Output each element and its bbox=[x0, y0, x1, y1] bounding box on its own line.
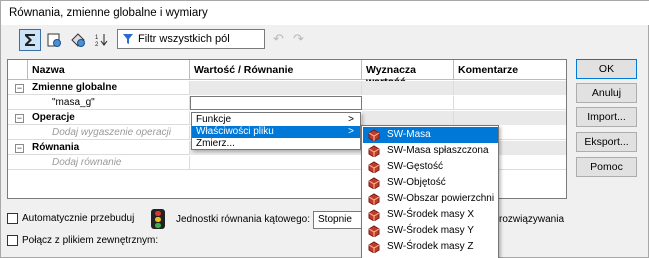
submenu-item[interactable]: SW-Gęstość bbox=[363, 159, 498, 175]
column-header-comments: Komentarze bbox=[458, 64, 519, 76]
title-bar: Równania, zmienne globalne i wymiary bbox=[1, 1, 649, 25]
header-expander bbox=[8, 60, 28, 80]
collapse-icon[interactable]: − bbox=[15, 114, 24, 123]
row-name: Dodaj wygaszenie operacji bbox=[48, 126, 190, 140]
menu-item-measure[interactable]: Zmierz... bbox=[192, 138, 360, 150]
file-properties-submenu: SW-Masa SW-Masa spłaszczona SW-Gęstość S… bbox=[361, 125, 499, 258]
sigma-view-icon[interactable] bbox=[19, 29, 41, 51]
column-header-value: Wartość / Równanie bbox=[190, 60, 362, 80]
evaluates-cell bbox=[362, 96, 454, 110]
value-cell bbox=[190, 81, 362, 95]
svg-text:2: 2 bbox=[95, 42, 99, 48]
redo-icon[interactable]: ↷ bbox=[293, 32, 309, 46]
svg-text:1: 1 bbox=[95, 35, 99, 41]
mass-property-icon bbox=[368, 241, 380, 253]
row-name: "masa_g" bbox=[48, 96, 190, 110]
submenu-item-label: SW-Objętość bbox=[387, 177, 446, 188]
toolbar: 12 Filtr wszystkich pól ↶ ↷ bbox=[1, 25, 649, 55]
ok-button[interactable]: OK bbox=[576, 59, 637, 79]
submenu-item-label: SW-Masa bbox=[387, 129, 431, 140]
submenu-item[interactable]: SW-Masa spłaszczona bbox=[363, 143, 498, 159]
equations-dialog: Równania, zmienne globalne i wymiary 12 … bbox=[0, 0, 649, 258]
comment-cell[interactable] bbox=[454, 96, 566, 110]
dimension-view-icon[interactable] bbox=[67, 29, 89, 51]
comment-cell bbox=[454, 111, 566, 125]
collapse-icon[interactable]: − bbox=[15, 84, 24, 93]
bottom-options: Automatycznie przebuduj Jednostki równan… bbox=[1, 201, 649, 258]
value-input[interactable] bbox=[190, 96, 362, 110]
sort-view-icon[interactable]: 12 bbox=[91, 29, 113, 51]
row-name: Dodaj równanie bbox=[48, 156, 190, 170]
submenu-item-label: SW-Środek masy X bbox=[387, 209, 475, 220]
row-name: Równania bbox=[28, 141, 190, 155]
submenu-item-label: SW-Środek masy Y bbox=[387, 225, 474, 236]
link-file-label: Połącz z plikiem zewnętrznym: bbox=[22, 235, 159, 246]
help-button[interactable]: Pomoc bbox=[576, 157, 637, 177]
submenu-arrow-icon: > bbox=[348, 114, 354, 125]
collapse-icon[interactable]: − bbox=[15, 144, 24, 153]
mass-property-icon bbox=[368, 145, 380, 157]
undo-icon[interactable]: ↶ bbox=[273, 32, 289, 46]
menu-item-label: Zmierz... bbox=[196, 138, 235, 149]
submenu-item[interactable]: SW-Środek masy X bbox=[363, 207, 498, 223]
column-header-evaluates: Wyznacza wartość bbox=[362, 60, 454, 88]
filter-field[interactable]: Filtr wszystkich pól bbox=[117, 29, 265, 49]
submenu-item[interactable]: SW-Środek masy Z bbox=[363, 239, 498, 255]
auto-rebuild-label: Automatycznie przebuduj bbox=[22, 213, 135, 224]
submenu-item-label: SW-Masa spłaszczona bbox=[387, 145, 489, 156]
submenu-item-label: SW-Obszar powierzchni bbox=[387, 193, 495, 204]
evaluates-cell bbox=[362, 81, 454, 95]
table-row[interactable]: − Zmienne globalne bbox=[8, 81, 566, 95]
submenu-item[interactable]: SW-Środek masy Y bbox=[363, 223, 498, 239]
mass-property-icon bbox=[368, 193, 380, 205]
menu-item-functions[interactable]: Funkcje > bbox=[192, 114, 360, 126]
table-row[interactable]: "masa_g" bbox=[8, 96, 566, 110]
evaluates-cell bbox=[362, 111, 454, 125]
submenu-item-label: SW-Gęstość bbox=[387, 161, 443, 172]
sheet-view-icon[interactable] bbox=[43, 29, 65, 51]
dialog-title: Równania, zmienne globalne i wymiary bbox=[9, 7, 208, 19]
row-name: Operacje bbox=[28, 111, 190, 125]
menu-item-file-properties[interactable]: Właściwości pliku > bbox=[192, 126, 360, 138]
value-cell[interactable] bbox=[190, 156, 362, 170]
row-name: Zmienne globalne bbox=[28, 81, 190, 95]
link-file-checkbox[interactable] bbox=[7, 235, 18, 246]
table-header: Nazwa Wartość / Równanie Wyznacza wartoś… bbox=[8, 60, 566, 88]
mass-property-icon bbox=[368, 161, 380, 173]
mass-property-icon bbox=[368, 225, 380, 237]
import-button[interactable]: Import... bbox=[576, 107, 637, 127]
comment-cell bbox=[454, 81, 566, 95]
angle-units-select[interactable]: Stopnie bbox=[313, 211, 365, 229]
context-menu: Funkcje > Właściwości pliku > Zmierz... bbox=[191, 112, 361, 150]
export-button[interactable]: Eksport... bbox=[576, 132, 637, 152]
column-header-name: Nazwa bbox=[28, 60, 190, 80]
solve-order-label: rozwiązywania bbox=[499, 214, 565, 225]
menu-item-label: Funkcje bbox=[196, 114, 232, 125]
filter-icon bbox=[123, 34, 133, 44]
submenu-item-label: SW-Środek masy Z bbox=[387, 241, 474, 252]
submenu-item[interactable]: SW-Masa bbox=[363, 127, 498, 143]
submenu-item[interactable]: SW-Objętość bbox=[363, 175, 498, 191]
traffic-light-icon[interactable] bbox=[151, 209, 165, 229]
mass-property-icon bbox=[368, 177, 380, 189]
mass-property-icon bbox=[368, 129, 380, 141]
angle-units-label: Jednostki równania kątowego: bbox=[176, 214, 310, 225]
mass-property-icon bbox=[368, 209, 380, 221]
menu-item-label: Właściwości pliku bbox=[196, 126, 274, 137]
submenu-item[interactable]: SW-Obszar powierzchni bbox=[363, 191, 498, 207]
submenu-arrow-icon: > bbox=[348, 126, 354, 137]
auto-rebuild-checkbox[interactable] bbox=[7, 213, 18, 224]
filter-text: Filtr wszystkich pól bbox=[138, 33, 230, 45]
cancel-button[interactable]: Anuluj bbox=[576, 83, 637, 103]
